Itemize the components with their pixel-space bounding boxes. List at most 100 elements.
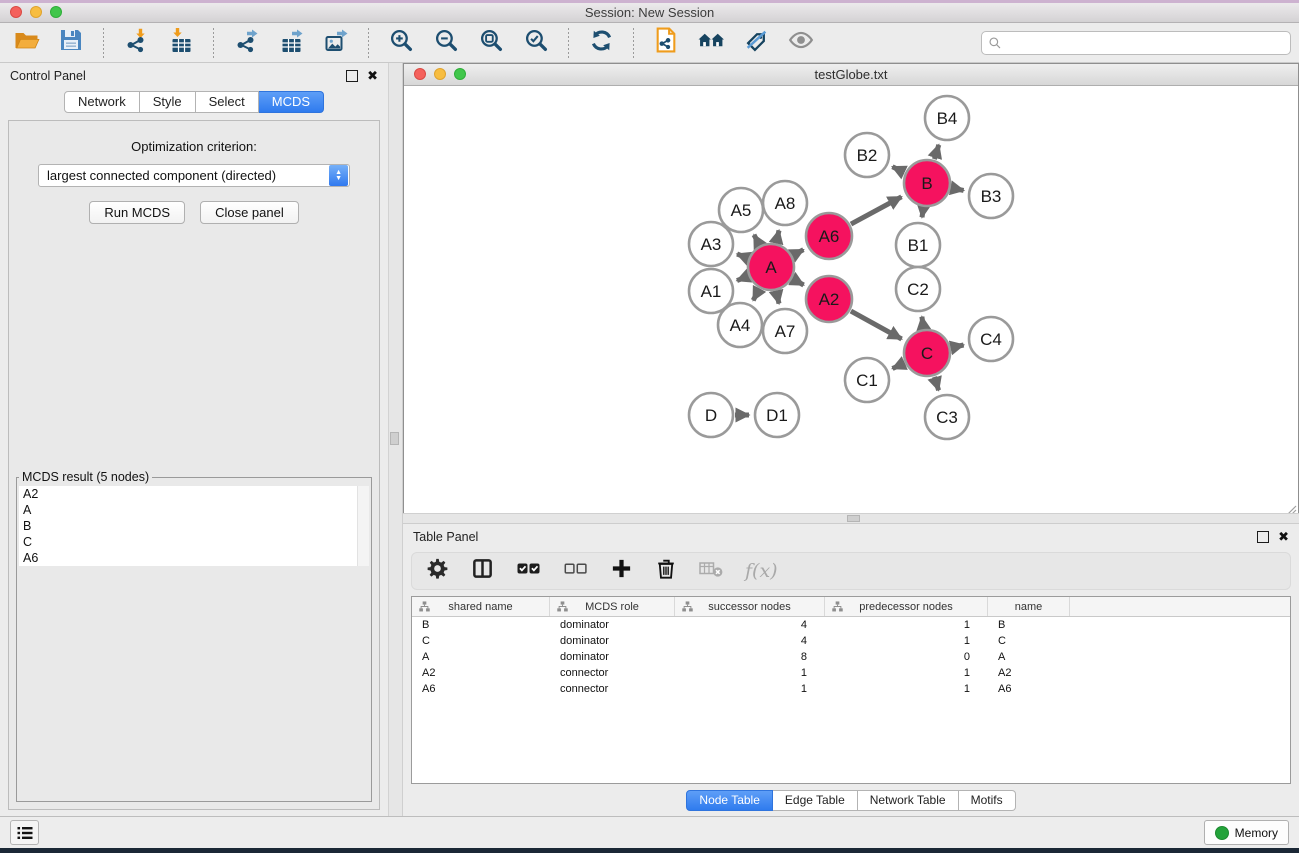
mcds-result-item[interactable]: B bbox=[19, 518, 369, 534]
graph-edge-B-B1[interactable] bbox=[922, 208, 923, 218]
graph-edge-B-B2[interactable] bbox=[892, 167, 904, 173]
search-input[interactable] bbox=[1002, 35, 1284, 51]
cell-name[interactable]: A bbox=[988, 649, 1070, 665]
cell-predecessor-nodes[interactable]: 0 bbox=[825, 649, 988, 665]
graph-node-A4[interactable]: A4 bbox=[718, 303, 762, 347]
graph-node-C1[interactable]: C1 bbox=[845, 358, 889, 402]
graph-node-B3[interactable]: B3 bbox=[969, 174, 1013, 218]
graph-edge-A6-B[interactable] bbox=[851, 197, 902, 224]
table-settings-button[interactable] bbox=[426, 557, 449, 585]
graph-edge-A2-C[interactable] bbox=[851, 311, 902, 339]
zoom-fit-button[interactable] bbox=[473, 27, 509, 59]
cell-successor-nodes[interactable]: 4 bbox=[675, 617, 825, 633]
float-panel-icon[interactable] bbox=[346, 70, 358, 82]
cell-shared-name[interactable]: C bbox=[412, 633, 550, 649]
tab-edge-table[interactable]: Edge Table bbox=[773, 790, 858, 811]
export-network-button[interactable] bbox=[228, 27, 264, 59]
close-panel-icon[interactable]: ✖ bbox=[367, 71, 378, 81]
cell-successor-nodes[interactable]: 4 bbox=[675, 633, 825, 649]
graph-node-C2[interactable]: C2 bbox=[896, 267, 940, 311]
search-box[interactable] bbox=[981, 31, 1291, 55]
mcds-result-item[interactable]: C bbox=[19, 534, 369, 550]
graph-node-A8[interactable]: A8 bbox=[763, 181, 807, 225]
graph-node-A6[interactable]: A6 bbox=[806, 213, 852, 259]
cell-name[interactable]: B bbox=[988, 617, 1070, 633]
graph-edge-A-A8[interactable] bbox=[776, 230, 779, 242]
graph-node-B2[interactable]: B2 bbox=[845, 133, 889, 177]
cell-predecessor-nodes[interactable]: 1 bbox=[825, 633, 988, 649]
cell-successor-nodes[interactable]: 1 bbox=[675, 665, 825, 681]
result-list-scrollbar[interactable] bbox=[357, 486, 369, 566]
graph-node-A3[interactable]: A3 bbox=[689, 222, 733, 266]
cell-shared-name[interactable]: A bbox=[412, 649, 550, 665]
graph-edge-B-B4[interactable] bbox=[934, 145, 938, 159]
graph-node-A5[interactable]: A5 bbox=[719, 188, 763, 232]
graph-edge-A-A3[interactable] bbox=[737, 254, 748, 258]
graph-node-A7[interactable]: A7 bbox=[763, 309, 807, 353]
mcds-result-item[interactable]: A2 bbox=[19, 486, 369, 502]
column-header-predecessor-nodes[interactable]: predecessor nodes bbox=[825, 597, 988, 616]
add-column-button[interactable] bbox=[610, 557, 633, 585]
graph-node-B4[interactable]: B4 bbox=[925, 96, 969, 140]
graph-edge-A-A4[interactable] bbox=[753, 289, 759, 300]
zoom-in-button[interactable] bbox=[383, 27, 419, 59]
table-row[interactable]: A6connector11A6 bbox=[412, 681, 1290, 697]
zoom-out-button[interactable] bbox=[428, 27, 464, 59]
graph-node-D[interactable]: D bbox=[689, 393, 733, 437]
refresh-button[interactable] bbox=[583, 27, 619, 59]
cell-shared-name[interactable]: B bbox=[412, 617, 550, 633]
memory-button[interactable]: Memory bbox=[1204, 820, 1289, 845]
graph-node-D1[interactable]: D1 bbox=[755, 393, 799, 437]
export-table-button[interactable] bbox=[273, 27, 309, 59]
save-session-button[interactable] bbox=[53, 27, 89, 59]
cell-shared-name[interactable]: A6 bbox=[412, 681, 550, 697]
tab-node-table[interactable]: Node Table bbox=[686, 790, 773, 811]
mcds-result-item[interactable]: A6 bbox=[19, 550, 369, 566]
tab-style[interactable]: Style bbox=[140, 91, 196, 113]
new-network-from-selection-button[interactable] bbox=[648, 27, 684, 59]
cell-MCDS-role[interactable]: dominator bbox=[550, 633, 675, 649]
graph-edge-A-A6[interactable] bbox=[793, 250, 803, 256]
column-header-name[interactable]: name bbox=[988, 597, 1070, 616]
cell-MCDS-role[interactable]: connector bbox=[550, 681, 675, 697]
cell-MCDS-role[interactable]: connector bbox=[550, 665, 675, 681]
column-header-successor-nodes[interactable]: successor nodes bbox=[675, 597, 825, 616]
panel-splitter-horizontal[interactable] bbox=[403, 513, 1299, 524]
criterion-select[interactable]: largest connected component (directed) ▲… bbox=[38, 164, 350, 187]
cell-predecessor-nodes[interactable]: 1 bbox=[825, 665, 988, 681]
mcds-result-item[interactable]: A bbox=[19, 502, 369, 518]
delete-column-button[interactable] bbox=[655, 557, 677, 585]
cell-MCDS-role[interactable]: dominator bbox=[550, 649, 675, 665]
cell-successor-nodes[interactable]: 8 bbox=[675, 649, 825, 665]
graph-edge-A-A1[interactable] bbox=[737, 276, 748, 280]
network-zoom-button[interactable] bbox=[454, 68, 466, 80]
tab-network-table[interactable]: Network Table bbox=[858, 790, 959, 811]
export-image-button[interactable] bbox=[318, 27, 354, 59]
cell-predecessor-nodes[interactable]: 1 bbox=[825, 617, 988, 633]
cell-MCDS-role[interactable]: dominator bbox=[550, 617, 675, 633]
network-minimize-button[interactable] bbox=[434, 68, 446, 80]
cell-name[interactable]: C bbox=[988, 633, 1070, 649]
run-mcds-button[interactable]: Run MCDS bbox=[89, 201, 185, 224]
open-session-button[interactable] bbox=[8, 27, 44, 59]
cell-name[interactable]: A2 bbox=[988, 665, 1070, 681]
cell-name[interactable]: A6 bbox=[988, 681, 1070, 697]
graph-edge-A-A7[interactable] bbox=[776, 291, 779, 303]
toggle-node-labels-button[interactable] bbox=[738, 27, 774, 59]
table-row[interactable]: Adominator80A bbox=[412, 649, 1290, 665]
import-table-button[interactable] bbox=[163, 27, 199, 59]
column-header-MCDS-role[interactable]: MCDS role bbox=[550, 597, 675, 616]
graph-edge-B-B3[interactable] bbox=[952, 188, 964, 190]
close-table-panel-icon[interactable]: ✖ bbox=[1278, 532, 1289, 542]
zoom-selected-button[interactable] bbox=[518, 27, 554, 59]
graph-node-A[interactable]: A bbox=[748, 244, 794, 290]
graph-node-C4[interactable]: C4 bbox=[969, 317, 1013, 361]
graph-node-B[interactable]: B bbox=[904, 160, 950, 206]
graph-edge-A-A2[interactable] bbox=[793, 279, 804, 285]
float-table-panel-icon[interactable] bbox=[1257, 531, 1269, 543]
show-graphics-details-button[interactable] bbox=[783, 27, 819, 59]
graph-edge-C-C1[interactable] bbox=[893, 363, 905, 368]
column-header-shared-name[interactable]: shared name bbox=[412, 597, 550, 616]
tab-network[interactable]: Network bbox=[64, 91, 140, 113]
cybrowser-home-button[interactable] bbox=[693, 27, 729, 59]
